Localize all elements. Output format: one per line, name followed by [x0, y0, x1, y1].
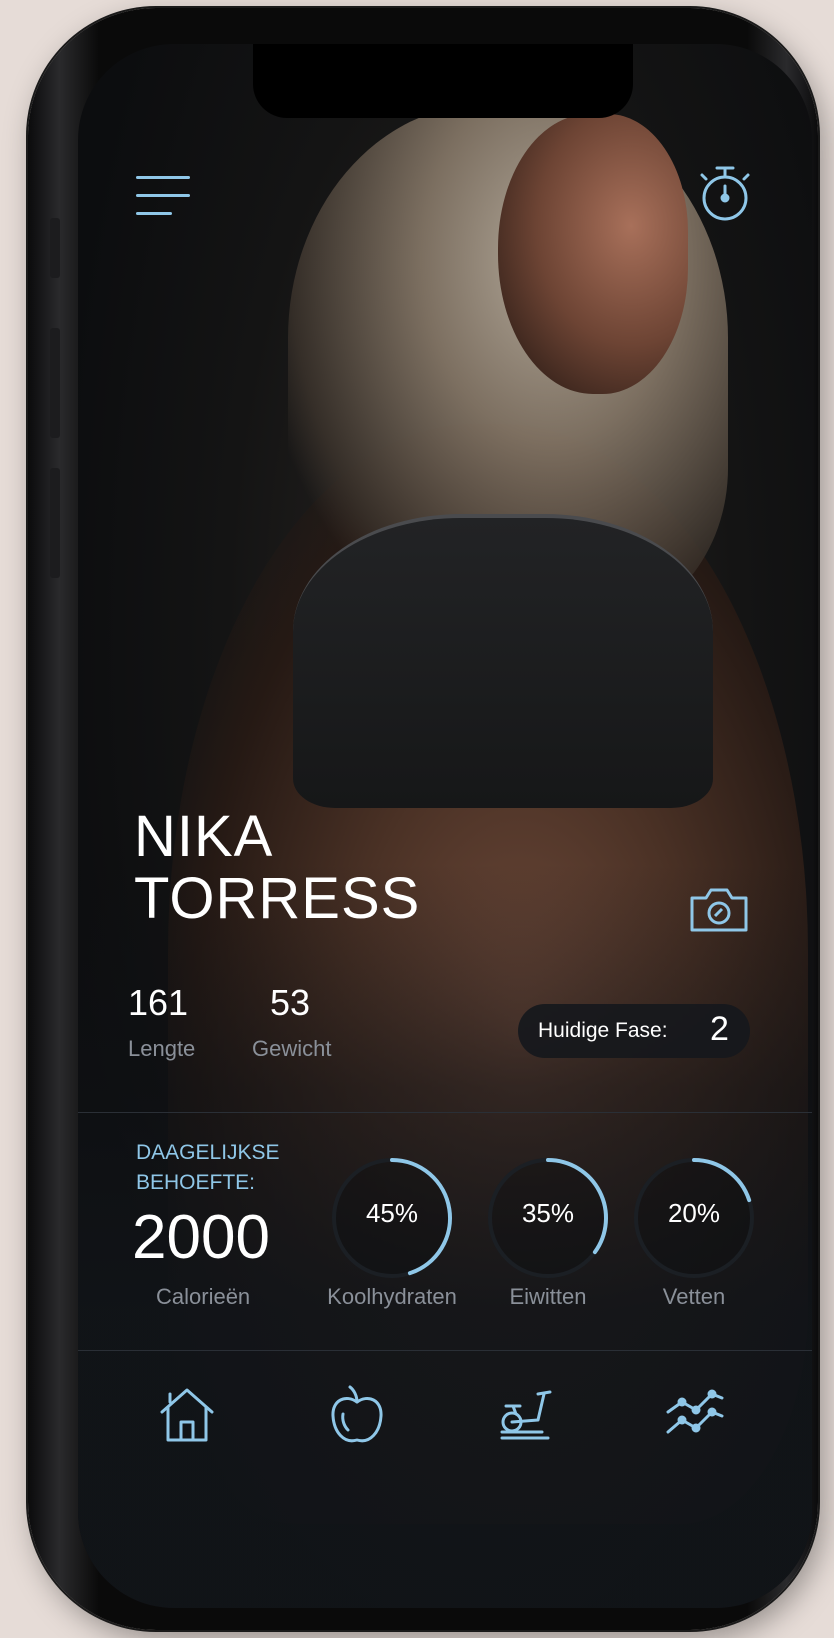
- home-icon[interactable]: [154, 1382, 220, 1448]
- mute-switch: [50, 218, 60, 278]
- macro-ring-eiwitten: 35%: [478, 1148, 618, 1288]
- weight-label: Gewicht: [252, 1036, 332, 1061]
- phone-frame: NIKA TORRESS 161 Lengte 53 Gewicht Huidi…: [28, 8, 818, 1630]
- daily-needs-heading-line1: DAAGELIJKSE: [136, 1141, 280, 1164]
- current-phase-badge[interactable]: Huidige Fase: 2: [518, 1004, 750, 1058]
- macro-label: Vetten: [662, 1284, 726, 1309]
- notch: [253, 44, 633, 118]
- photo-face: [498, 114, 688, 394]
- weight-value: 53: [270, 982, 311, 1023]
- stopwatch-icon[interactable]: [694, 162, 756, 224]
- divider: [78, 1112, 812, 1113]
- profile-last-name: TORRESS: [134, 866, 421, 931]
- app-screen: NIKA TORRESS 161 Lengte 53 Gewicht Huidi…: [78, 44, 812, 1608]
- macro-ring-koolhydraten: 45%: [322, 1148, 462, 1288]
- profile-first-name: NIKA: [134, 804, 274, 869]
- profile-name: NIKA TORRESS: [134, 806, 420, 930]
- height-label: Lengte: [128, 1036, 196, 1061]
- height-value: 161: [128, 982, 189, 1023]
- calories-value: 2000: [132, 1203, 270, 1272]
- progress-chart-icon[interactable]: [662, 1382, 728, 1448]
- macro-percent: 20%: [667, 1198, 721, 1228]
- divider: [78, 1350, 812, 1351]
- camera-icon[interactable]: [688, 884, 750, 934]
- photo-sports-top: [293, 514, 713, 808]
- macro-percent: 35%: [521, 1198, 575, 1228]
- phase-value: 2: [710, 1010, 729, 1048]
- exercise-bike-icon[interactable]: [492, 1382, 558, 1448]
- phase-label: Huidige Fase:: [538, 1019, 668, 1042]
- volume-up-button: [50, 328, 60, 438]
- macro-label: Eiwitten: [509, 1284, 587, 1309]
- macro-percent: 45%: [365, 1198, 419, 1228]
- macro-label: Koolhydraten: [327, 1284, 457, 1309]
- daily-needs-heading: DAAGELIJKSE BEHOEFTE:: [136, 1138, 280, 1198]
- volume-down-button: [50, 468, 60, 578]
- macro-ring-vetten: 20%: [624, 1148, 764, 1288]
- calories-label: Calorieën: [156, 1284, 251, 1309]
- daily-needs-heading-line2: BEHOEFTE:: [136, 1171, 256, 1194]
- apple-icon[interactable]: [324, 1382, 390, 1448]
- menu-icon[interactable]: [136, 174, 192, 218]
